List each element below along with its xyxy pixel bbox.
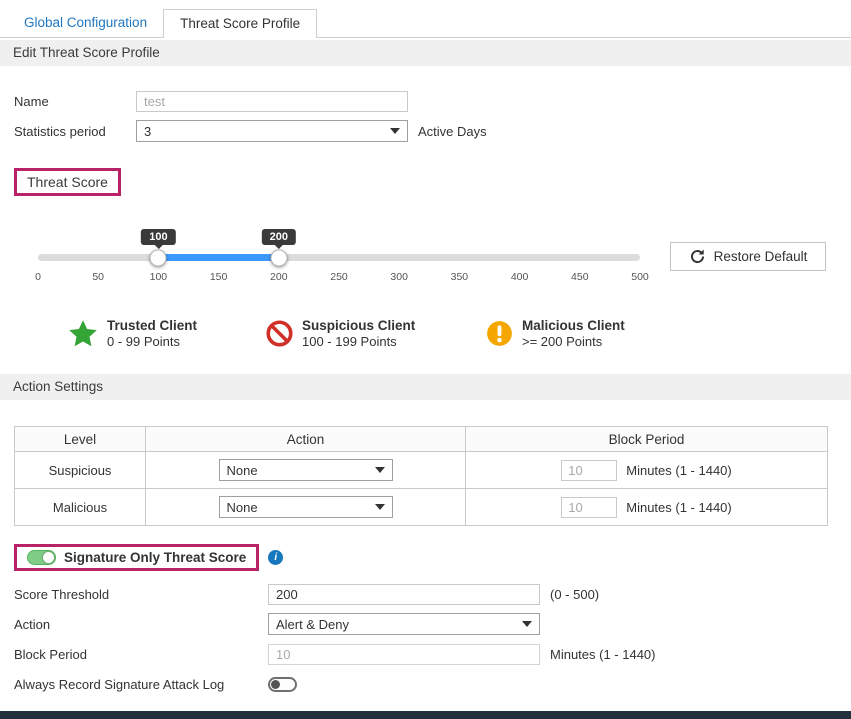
- block-period-suffix: Minutes (1 - 1440): [626, 463, 732, 478]
- malicious-action-value: None: [227, 500, 258, 515]
- signature-action-label: Action: [14, 617, 268, 632]
- score-threshold-field[interactable]: [268, 584, 540, 605]
- threat-score-heading-highlight: Threat Score: [14, 168, 837, 196]
- suspicious-action-value: None: [227, 463, 258, 478]
- tick-label: 450: [571, 271, 589, 283]
- name-field[interactable]: [136, 91, 408, 112]
- star-icon: [68, 319, 98, 349]
- no-entry-icon: [266, 320, 293, 347]
- tick-label: 400: [511, 271, 529, 283]
- column-header-block-period: Block Period: [466, 427, 828, 452]
- suspicious-block-period-field[interactable]: [561, 460, 617, 481]
- block-period-suffix: Minutes (1 - 1440): [626, 500, 732, 515]
- statistics-period-label: Statistics period: [14, 124, 136, 139]
- slider-range-fill: [158, 254, 278, 261]
- footer-bar: [0, 711, 851, 719]
- slider-lower-handle[interactable]: [150, 249, 167, 266]
- level-cell: Suspicious: [15, 452, 146, 489]
- slider-upper-handle[interactable]: [270, 249, 287, 266]
- restore-default-label: Restore Default: [714, 249, 808, 264]
- score-threshold-label: Score Threshold: [14, 587, 268, 602]
- legend-malicious-client: Malicious Client >= 200 Points: [486, 318, 625, 349]
- legend-title: Suspicious Client: [302, 318, 415, 333]
- signature-form: Score Threshold (0 - 500) Action Alert &…: [0, 583, 851, 695]
- statistics-period-select[interactable]: 3: [136, 120, 408, 142]
- page-title: Edit Threat Score Profile: [0, 40, 851, 66]
- column-header-action: Action: [146, 427, 466, 452]
- name-label: Name: [14, 94, 136, 109]
- threat-score-slider-zone: 100 200 0 50 100 150 200 250 300 350 400…: [14, 214, 837, 292]
- threat-score-legend: Trusted Client 0 - 99 Points Suspicious …: [68, 318, 851, 349]
- level-cell: Malicious: [15, 489, 146, 526]
- signature-toggle-row: Signature Only Threat Score i: [14, 544, 837, 571]
- table-row-suspicious: Suspicious None Minutes (1 - 1440): [15, 452, 828, 489]
- tab-threat-score-profile[interactable]: Threat Score Profile: [163, 9, 317, 38]
- info-icon[interactable]: i: [268, 550, 283, 565]
- profile-form: Name Statistics period 3 Active Days: [0, 90, 851, 142]
- tick-label: 100: [150, 271, 168, 283]
- legend-title: Trusted Client: [107, 318, 197, 333]
- chevron-down-icon: [390, 128, 400, 134]
- chevron-down-icon: [375, 504, 385, 510]
- column-header-level: Level: [15, 427, 146, 452]
- signature-action-select[interactable]: Alert & Deny: [268, 613, 540, 635]
- action-settings-table: Level Action Block Period Suspicious Non…: [14, 426, 828, 526]
- tick-label: 500: [631, 271, 649, 283]
- statistics-period-suffix: Active Days: [418, 124, 487, 139]
- malicious-block-period-field[interactable]: [561, 497, 617, 518]
- legend-range: 100 - 199 Points: [302, 334, 415, 349]
- threat-score-heading: Threat Score: [27, 174, 108, 190]
- action-settings-heading: Action Settings: [0, 374, 851, 400]
- legend-title: Malicious Client: [522, 318, 625, 333]
- signature-only-threat-score-label: Signature Only Threat Score: [64, 550, 246, 565]
- slider-upper-tooltip: 200: [262, 229, 296, 245]
- slider-track[interactable]: 100 200: [38, 254, 640, 261]
- warning-icon: [486, 320, 513, 347]
- tick-label: 250: [330, 271, 348, 283]
- legend-range: 0 - 99 Points: [107, 334, 197, 349]
- signature-action-value: Alert & Deny: [276, 617, 349, 632]
- signature-block-period-field[interactable]: [268, 644, 540, 665]
- tick-label: 200: [270, 271, 288, 283]
- malicious-action-select[interactable]: None: [219, 496, 393, 518]
- tab-global-configuration[interactable]: Global Configuration: [8, 9, 163, 37]
- signature-only-threat-score-toggle[interactable]: [27, 550, 56, 565]
- signature-block-period-label: Block Period: [14, 647, 268, 662]
- chevron-down-icon: [522, 621, 532, 627]
- toggle-knob: [43, 552, 54, 563]
- slider-lower-tooltip: 100: [141, 229, 175, 245]
- tick-label: 0: [35, 271, 41, 283]
- always-record-signature-attack-log-label: Always Record Signature Attack Log: [14, 677, 268, 692]
- score-threshold-suffix: (0 - 500): [550, 587, 599, 602]
- tick-label: 350: [451, 271, 469, 283]
- tick-label: 150: [210, 271, 228, 283]
- suspicious-action-select[interactable]: None: [219, 459, 393, 481]
- legend-suspicious-client: Suspicious Client 100 - 199 Points: [266, 318, 486, 349]
- legend-range: >= 200 Points: [522, 334, 625, 349]
- restore-default-button[interactable]: Restore Default: [670, 242, 826, 271]
- chevron-down-icon: [375, 467, 385, 473]
- tick-label: 300: [390, 271, 408, 283]
- toggle-knob: [271, 680, 280, 689]
- refresh-icon: [689, 248, 706, 265]
- slider-tick-labels: 0 50 100 150 200 250 300 350 400 450 500: [38, 271, 640, 287]
- signature-block-period-suffix: Minutes (1 - 1440): [550, 647, 656, 662]
- tab-bar: Global Configuration Threat Score Profil…: [0, 9, 851, 38]
- legend-trusted-client: Trusted Client 0 - 99 Points: [68, 318, 266, 349]
- table-row-malicious: Malicious None Minutes (1 - 1440): [15, 489, 828, 526]
- signature-toggle-highlight: Signature Only Threat Score: [14, 544, 259, 571]
- always-record-signature-attack-log-toggle[interactable]: [268, 677, 297, 692]
- statistics-period-value: 3: [144, 124, 151, 139]
- tick-label: 50: [92, 271, 104, 283]
